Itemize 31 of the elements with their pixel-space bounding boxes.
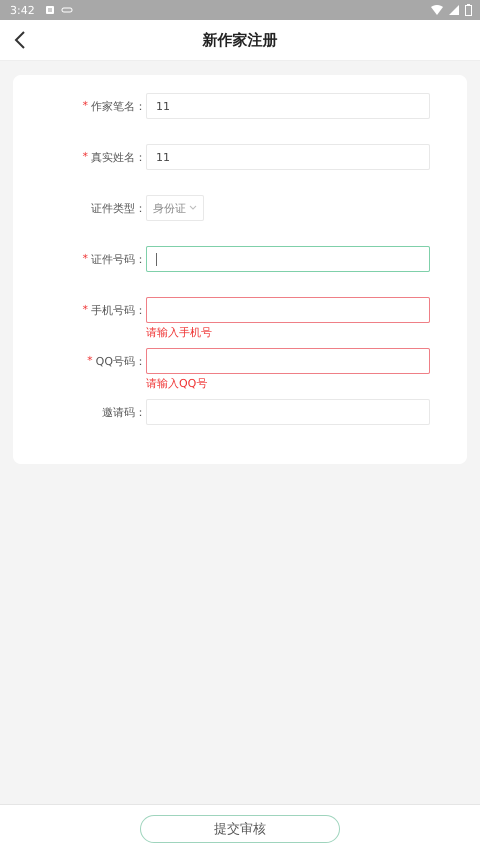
error-message: 请输入手机号 [146,325,212,340]
status-time: 3:42 [10,4,35,16]
page-title: 新作家注册 [202,30,278,50]
field-label: 手机号码： [91,303,146,318]
input-field[interactable]: 11 [146,93,430,119]
required-asterisk: * [87,354,93,367]
field-label: 作家笔名： [91,99,146,114]
field-label: QQ号码： [96,354,146,369]
error-message: 请输入QQ号 [146,376,208,391]
input-field[interactable] [146,348,430,374]
submit-button[interactable]: 提交审核 [140,815,340,843]
notification-icon [60,6,73,14]
input-field[interactable]: 11 [146,144,430,170]
required-asterisk: * [82,99,88,112]
field-label: 证件号码： [91,252,146,267]
chevron-down-icon [189,205,197,211]
required-asterisk: * [82,150,88,163]
field-label: 证件类型： [91,201,146,216]
notification-icon [44,5,55,15]
id-type-dropdown[interactable]: 身份证 [146,195,204,221]
text-cursor [156,252,157,266]
signal-icon [449,5,459,15]
input-field[interactable] [146,297,430,323]
input-field[interactable] [146,246,430,272]
back-icon[interactable] [14,31,26,49]
battery-icon [465,4,472,16]
field-label: 真实姓名： [91,150,146,165]
field-label: 邀请码： [102,405,146,420]
required-asterisk: * [82,303,88,316]
wifi-icon [431,5,443,15]
required-asterisk: * [82,252,88,265]
